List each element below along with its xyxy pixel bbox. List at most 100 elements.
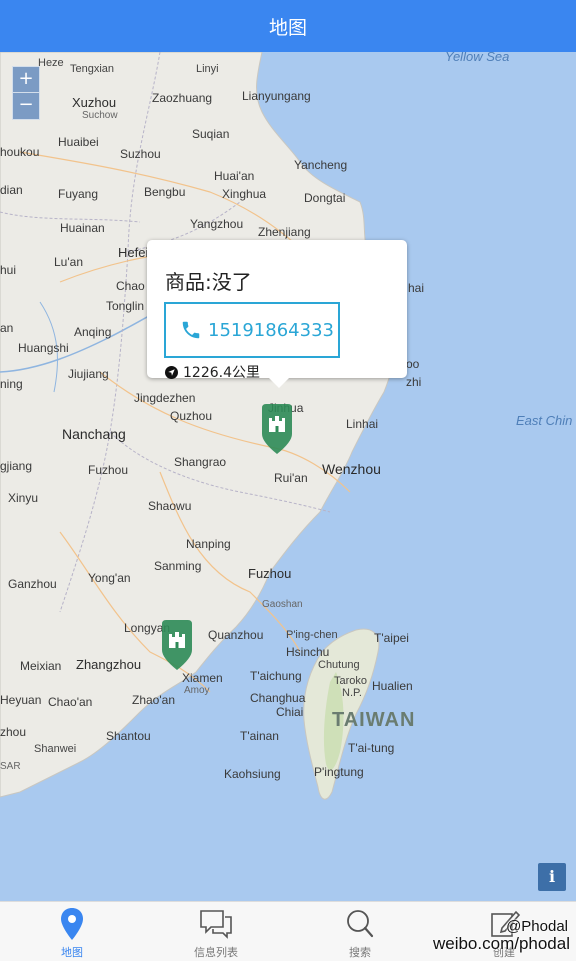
tab-info-list-label: 信息列表: [194, 946, 238, 959]
map-place-label: dian: [0, 183, 23, 197]
map-place-label: T'aipei: [374, 631, 409, 645]
map-place-label: Lianyungang: [242, 89, 311, 103]
map-view[interactable]: Heze Linyi Tengxian Yellow Sea Xuzhou Suchow Z…: [0, 52, 576, 901]
map-place-label: Zhangzhou: [76, 657, 142, 672]
map-place-label: Hualien: [372, 679, 413, 693]
call-phone-button[interactable]: 15191864333: [164, 302, 340, 358]
map-place-label: N.P.: [342, 687, 362, 699]
map-place-label: Yangzhou: [190, 217, 244, 231]
map-place-label: T'aichung: [250, 669, 302, 683]
map-place-label: Shanwei: [34, 743, 77, 755]
map-place-label: Chao'an: [48, 695, 93, 709]
map-place-label: Hsinchu: [286, 645, 330, 659]
map-place-label: Zhao'an: [132, 693, 175, 707]
tab-search[interactable]: 搜索: [288, 902, 432, 961]
map-place-label: SAR: [0, 761, 21, 772]
map-place-label: Jingdezhen: [134, 391, 196, 405]
map-place-label: Taroko: [334, 675, 368, 687]
map-place-label: Yong'an: [88, 571, 131, 585]
map-place-label: Tonglin: [106, 299, 145, 313]
map-place-label: Huangshi: [18, 341, 69, 355]
map-place-label: Zhenjiang: [258, 225, 311, 239]
map-marker-zhangzhou[interactable]: [160, 620, 194, 670]
map-place-label: Yancheng: [294, 158, 348, 172]
map-place-label: Quzhou: [170, 409, 213, 423]
popup-title: 商品:没了: [165, 270, 252, 294]
map-pin-icon: [61, 908, 83, 940]
map-place-label: Changhua: [250, 691, 306, 705]
map-place-label: zhi: [406, 375, 422, 389]
map-place-label: Huaibei: [58, 135, 99, 149]
map-place-label: zhou: [0, 725, 27, 739]
map-place-label: Yellow Sea: [445, 52, 510, 64]
map-place-label: Sanming: [154, 559, 202, 573]
map-place-label: P'ing-chen: [286, 629, 338, 641]
map-place-label: Shaowu: [148, 499, 192, 513]
map-place-label: P'ingtung: [314, 765, 364, 779]
navigation-arrow-icon: [165, 365, 178, 379]
map-place-label: Xinyu: [8, 491, 39, 505]
map-place-label: Amoy: [184, 685, 210, 696]
map-place-label: Suzhou: [120, 147, 161, 161]
page-title: 地图: [268, 16, 307, 39]
tab-map-label: 地图: [61, 946, 83, 959]
map-place-label: East Chin: [516, 413, 573, 428]
phone-number: 15191864333: [208, 319, 334, 341]
map-place-label: Chiai: [276, 705, 304, 719]
info-button[interactable]: i: [538, 863, 566, 891]
map-place-label: Huainan: [60, 221, 105, 235]
map-place-label: Huai'an: [214, 169, 255, 183]
map-place-label: Chutung: [318, 659, 360, 671]
map-place-label: Shangrao: [174, 455, 227, 469]
map-place-label: Fuzhou: [88, 463, 129, 477]
map-place-label: Fuyang: [58, 187, 99, 201]
map-place-label: Linyi: [196, 63, 219, 75]
map-place-label: Dongtai: [304, 191, 346, 205]
chat-bubbles-icon: [200, 910, 232, 939]
map-place-label: Shantou: [106, 729, 151, 743]
map-place-label: Nanping: [186, 537, 231, 551]
map-marker-jinhua[interactable]: [260, 404, 294, 454]
map-place-label: Suchow: [82, 110, 118, 121]
watermark-url: weibo.com/phodal: [432, 934, 570, 953]
map-place-label: Gaoshan: [262, 599, 303, 610]
map-place-label: T'ainan: [240, 729, 279, 743]
map-place-label: oo: [406, 357, 420, 371]
map-place-label: Suqian: [192, 127, 230, 141]
map-place-label: Ganzhou: [8, 577, 57, 591]
map-place-label: Kaohsiung: [224, 767, 281, 781]
map-place-label: Lu'an: [54, 255, 83, 269]
map-place-label: Xiamen: [182, 671, 223, 685]
map-place-label: Xinghua: [222, 187, 267, 201]
zoom-in-button[interactable]: +: [12, 66, 40, 94]
map-place-label: Hefei: [118, 245, 149, 260]
map-place-label: an: [0, 321, 14, 335]
map-place-label: Heyuan: [0, 693, 42, 707]
map-place-label: Quanzhou: [208, 628, 264, 642]
map-place-label: Anqing: [74, 325, 112, 339]
castle-marker-icon: [262, 404, 292, 454]
map-place-label: Chao: [116, 279, 145, 293]
distance-info: 1226.4公里: [165, 362, 260, 382]
zoom-out-button[interactable]: −: [12, 92, 40, 120]
watermark-handle: @Phodal: [506, 918, 568, 935]
map-place-label: hui: [0, 263, 17, 277]
app-header: 地图: [0, 0, 576, 52]
tab-map[interactable]: 地图: [0, 902, 144, 961]
tab-info-list[interactable]: 信息列表: [144, 902, 288, 961]
map-place-label: Linhai: [346, 417, 379, 431]
map-place-label: Xuzhou: [72, 95, 117, 110]
map-place-label: hai: [408, 281, 425, 295]
map-place-label: Tengxian: [70, 63, 115, 75]
map-place-label: Rui'an: [274, 471, 308, 485]
map-place-label: Zaozhuang: [152, 91, 213, 105]
map-place-label: Wenzhou: [322, 461, 381, 477]
map-place-label: Meixian: [20, 659, 62, 673]
map-place-label: gjiang: [0, 459, 33, 473]
map-place-label: Heze: [38, 57, 64, 69]
map-place-label: T'ai-tung: [348, 741, 395, 755]
map-place-label: ning: [0, 377, 23, 391]
search-icon: [347, 910, 374, 938]
map-place-label: houkou: [0, 145, 40, 159]
distance-value: 1226.4公里: [183, 365, 260, 381]
